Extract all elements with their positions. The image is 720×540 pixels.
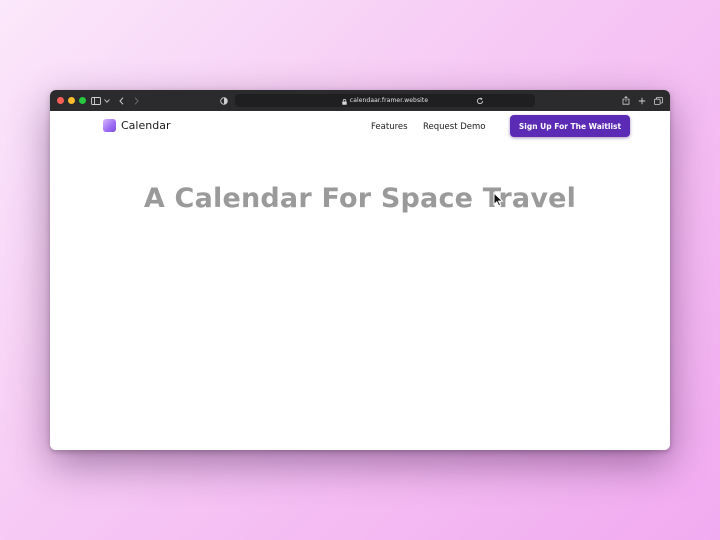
brand-logo-link[interactable]: Calendar <box>103 119 170 132</box>
hero-title: A Calendar For Space Travel <box>143 183 577 214</box>
close-window-button[interactable] <box>57 97 64 104</box>
back-icon[interactable] <box>118 94 125 107</box>
lock-icon <box>342 92 347 110</box>
url-text: calendaar.framer.website <box>349 97 429 104</box>
sidebar-icon[interactable] <box>91 94 101 107</box>
nav-link-request-demo[interactable]: Request Demo <box>423 122 485 132</box>
minimize-window-button[interactable] <box>68 97 75 104</box>
share-icon[interactable] <box>622 94 630 107</box>
browser-window: calendaar.framer.website Calendar Featur… <box>50 90 670 450</box>
calendar-logo-icon <box>103 119 116 132</box>
web-page: Calendar Features Request Demo Sign Up F… <box>50 111 670 450</box>
chevron-down-icon[interactable] <box>104 94 110 107</box>
mouse-cursor-icon <box>493 191 504 212</box>
nav-link-features[interactable]: Features <box>371 122 408 132</box>
shield-icon[interactable] <box>220 94 228 107</box>
forward-icon[interactable] <box>133 94 140 107</box>
site-header: Calendar Features Request Demo Sign Up F… <box>50 111 670 143</box>
tabs-icon[interactable] <box>654 94 663 107</box>
browser-toolbar: calendaar.framer.website <box>50 90 670 111</box>
waitlist-signup-button[interactable]: Sign Up For The Waitlist <box>510 115 630 137</box>
zoom-window-button[interactable] <box>79 97 86 104</box>
reload-icon[interactable] <box>476 94 484 107</box>
address-bar[interactable]: calendaar.framer.website <box>235 94 535 107</box>
brand-name: Calendar <box>121 119 171 132</box>
new-tab-icon[interactable] <box>638 94 646 107</box>
window-controls <box>57 97 86 104</box>
